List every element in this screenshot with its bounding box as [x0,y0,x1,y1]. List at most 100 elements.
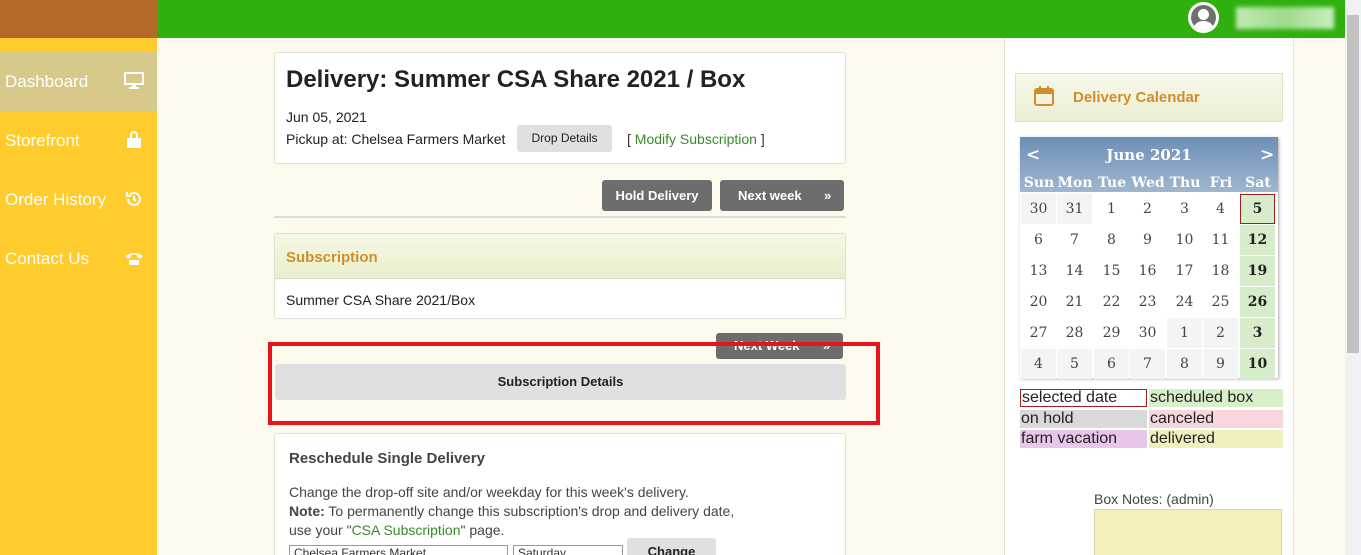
legend-scheduled-box: scheduled box [1149,389,1283,407]
calendar-day[interactable]: 5 [1057,349,1092,379]
calendar-day[interactable]: 8 [1094,225,1129,255]
next-week-button[interactable]: Next week » [720,180,844,211]
calendar-day[interactable]: 8 [1167,349,1202,379]
calendar-day[interactable]: 17 [1167,256,1202,286]
calendar-day[interactable]: 9 [1130,225,1165,255]
sidebar-item-label: Contact Us [5,249,90,268]
weekday-header: Fri [1209,175,1233,191]
weekday-header: Thu [1169,175,1201,191]
calendar-day[interactable]: 19 [1240,256,1275,286]
weekday-header: Sat [1245,175,1271,191]
calendar-day[interactable]: 7 [1130,349,1165,379]
reschedule-note: Note: To permanently change this subscri… [289,502,809,521]
drop-details-button[interactable]: Drop Details [517,125,612,152]
calendar-day[interactable]: 12 [1240,225,1275,255]
calendar-day[interactable]: 25 [1203,287,1238,317]
legend-on-hold: on hold [1020,410,1147,428]
brand-area [0,0,157,38]
sidebar-item-order-history[interactable]: Order History [0,170,157,229]
page-title: Delivery: Summer CSA Share 2021 / Box [286,66,746,93]
scrollbar[interactable] [1345,0,1361,555]
box-notes-label: Box Notes: (admin) [1094,491,1214,507]
calendar-day[interactable]: 4 [1203,194,1238,224]
calendar-day[interactable]: 3 [1167,194,1202,224]
calendar-day[interactable]: 24 [1167,287,1202,317]
calendar-day[interactable]: 29 [1094,318,1129,348]
calendar-day[interactable]: 31 [1057,194,1092,224]
sidebar-item-contact-us[interactable]: Contact Us [0,229,157,288]
pickup-prefix: Pickup at: [286,131,352,147]
calendar-day[interactable]: 2 [1130,194,1165,224]
phone-icon [125,253,143,265]
hold-delivery-button[interactable]: Hold Delivery [602,180,712,211]
highlight-box [268,342,880,425]
bracket-open: [ [627,131,635,147]
calendar-day[interactable]: 9 [1203,349,1238,379]
calendar-day[interactable]: 6 [1094,349,1129,379]
calendar-day[interactable]: 7 [1057,225,1092,255]
reschedule-line-1: Change the drop-off site and/or weekday … [289,484,689,500]
calendar-day[interactable]: 10 [1240,349,1275,379]
calendar-day[interactable]: 5 [1240,194,1275,224]
subscription-name: Summer CSA Share 2021/Box [286,292,476,308]
calendar-day[interactable]: 2 [1203,318,1238,348]
calendar-day[interactable]: 11 [1203,225,1238,255]
pickup-location: Pickup at: Chelsea Farmers Market [286,131,505,147]
calendar-day[interactable]: 15 [1094,256,1129,286]
modify-subscription-link[interactable]: Modify Subscription [635,131,757,147]
line3-suffix: " page. [460,522,505,538]
next-week-label: Next week [738,188,802,203]
calendar-day[interactable]: 23 [1130,287,1165,317]
calendar-day[interactable]: 16 [1130,256,1165,286]
change-button[interactable]: Change [627,538,716,555]
username-blurred[interactable] [1236,7,1334,29]
calendar-day[interactable]: 3 [1240,318,1275,348]
reschedule-title: Reschedule Single Delivery [289,450,485,467]
calendar-day[interactable]: 21 [1057,287,1092,317]
box-notes-field[interactable] [1094,509,1282,555]
drop-site-select[interactable]: Chelsea Farmers Market [289,545,508,555]
weekday-select[interactable]: Saturday [513,545,623,555]
csa-subscription-link[interactable]: CSA Subscription [352,522,461,538]
calendar-day[interactable]: 18 [1203,256,1238,286]
note-label: Note: [289,503,325,519]
calendar-day[interactable]: 13 [1021,256,1056,286]
calendar-month: June 2021 [1106,146,1192,164]
desktop-icon [124,72,144,89]
calendar-day[interactable]: 28 [1057,318,1092,348]
calendar-day[interactable]: 1 [1167,318,1202,348]
weekday-header: Tue [1097,175,1127,191]
next-month-icon[interactable]: > [1260,145,1274,165]
calendar-day[interactable]: 27 [1021,318,1056,348]
calendar-day[interactable]: 1 [1094,194,1129,224]
legend-canceled: canceled [1149,410,1283,428]
weekday-header: Sun [1023,175,1055,191]
bracket-close: ] [756,131,765,147]
sidebar-item-storefront[interactable]: Storefront [0,111,157,170]
top-bar [0,0,1345,38]
calendar-day[interactable]: 20 [1021,287,1056,317]
calendar-day[interactable]: 26 [1240,287,1275,317]
weekday-header: Wed [1131,175,1165,191]
sidebar-item-label: Storefront [5,131,80,150]
sidebar-item-dashboard[interactable]: Dashboard [0,52,157,111]
subscription-header: Subscription [275,234,845,279]
subscription-heading: Subscription [286,249,378,266]
calendar-icon [1034,86,1054,106]
sidebar-item-label: Dashboard [5,72,89,91]
delivery-date: Jun 05, 2021 [286,109,367,125]
divider [274,216,846,218]
scrollbar-thumb[interactable] [1347,15,1359,353]
sidebar: Dashboard Storefront Order History Conta… [0,38,157,555]
history-icon [126,191,141,206]
calendar-day[interactable]: 14 [1057,256,1092,286]
user-avatar-icon[interactable] [1188,2,1219,33]
weekday-header: Mon [1057,175,1093,191]
calendar-day[interactable]: 10 [1167,225,1202,255]
calendar-day[interactable]: 30 [1130,318,1165,348]
calendar-day[interactable]: 22 [1094,287,1129,317]
calendar-day[interactable]: 4 [1021,349,1056,379]
calendar-day[interactable]: 6 [1021,225,1056,255]
modify-subscription: [ Modify Subscription ] [627,131,765,147]
calendar-day[interactable]: 30 [1021,194,1056,224]
